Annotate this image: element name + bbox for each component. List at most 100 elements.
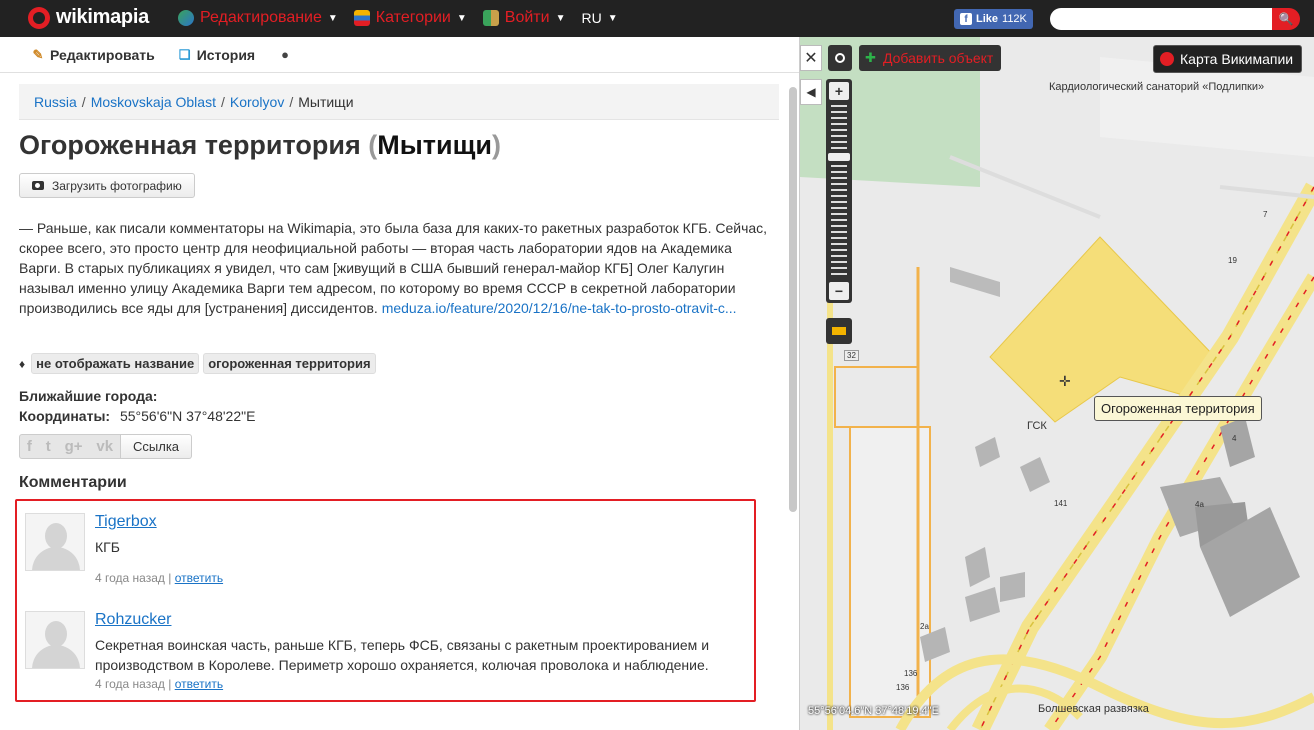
chevron-down-icon: ▼: [327, 12, 338, 24]
comment-author[interactable]: Rohzucker: [95, 611, 171, 629]
upload-photo-label: Загрузить фотографию: [52, 178, 182, 193]
upload-photo-button[interactable]: Загрузить фотографию: [19, 173, 195, 198]
menu-categories[interactable]: Категории ▼: [353, 9, 467, 27]
language-select[interactable]: RU ▼: [581, 10, 617, 26]
comment-reply-link[interactable]: ответить: [175, 571, 223, 585]
title-paren-close: ): [492, 130, 501, 160]
top-menu: Редактирование ▼ Категории ▼ Войти ▼ RU …: [178, 9, 618, 27]
pencil-icon: ✎: [32, 46, 44, 62]
comment-reply-link[interactable]: ответить: [175, 677, 223, 691]
comment-meta: 4 года назад | ответить: [95, 677, 223, 691]
tab-location[interactable]: ●: [277, 47, 293, 63]
breadcrumb-link-russia[interactable]: Russia: [34, 94, 77, 110]
house-number: 136: [896, 683, 910, 692]
title-paren-open: (: [368, 130, 378, 160]
tab-edit[interactable]: ✎ Редактировать: [30, 47, 155, 63]
description-source-link[interactable]: meduza.io/feature/2020/12/16/ne-tak-to-p…: [382, 300, 737, 316]
comment-item: Tigerbox КГБ 4 года назад | ответить: [25, 513, 745, 593]
share-link-button[interactable]: Ссылка: [121, 434, 193, 459]
breadcrumb-link-korolyov[interactable]: Korolyov: [230, 94, 284, 110]
search-button[interactable]: 🔍: [1272, 8, 1300, 30]
twitter-share-icon[interactable]: t: [46, 438, 51, 455]
avatar-body: [32, 547, 80, 570]
comment-author[interactable]: Tigerbox: [95, 513, 157, 531]
ruler-button[interactable]: [826, 318, 852, 344]
nearest-cities-label: Ближайшие города:: [19, 388, 158, 404]
tag-list: ♦ не отображать название огороженная тер…: [19, 353, 376, 374]
wikimapia-logo[interactable]: wikimapia: [28, 6, 149, 29]
title-city: Мытищи: [377, 130, 492, 160]
page-title: Огороженная территория (Мытищи): [19, 130, 501, 161]
facebook-share-icon[interactable]: f: [27, 438, 32, 455]
comment-text: КГБ: [95, 539, 120, 555]
wikimapia-map-button[interactable]: Карта Викимапии: [1153, 45, 1303, 73]
add-object-button[interactable]: Добавить объект: [859, 45, 1002, 71]
categories-icon: [353, 10, 370, 26]
camera-icon: [32, 181, 44, 190]
close-panel-button[interactable]: ✕: [800, 45, 822, 71]
panel-scrollbar[interactable]: [789, 87, 797, 512]
comment-meta-separator: |: [168, 677, 172, 691]
menu-edit[interactable]: Редактирование ▼: [178, 9, 338, 27]
house-number: 19: [1228, 256, 1237, 265]
zoom-slider-thumb[interactable]: [828, 153, 850, 161]
language-label: RU: [581, 10, 602, 26]
vk-share-icon[interactable]: vk: [96, 438, 113, 455]
comments-heading: Комментарии: [19, 474, 127, 491]
collapse-panel-button[interactable]: ◀: [800, 79, 822, 105]
zoom-track[interactable]: [831, 105, 847, 277]
breadcrumb-separator: /: [81, 93, 86, 110]
title-main: Огороженная территория: [19, 130, 361, 160]
tab-edit-label: Редактировать: [50, 46, 155, 63]
search-input[interactable]: [1050, 8, 1272, 30]
comment-time: 4 года назад: [95, 677, 165, 691]
triangle-left-icon: ◀: [806, 85, 816, 99]
breadcrumb-separator: /: [289, 93, 294, 110]
tag-fenced-area[interactable]: огороженная территория: [203, 353, 376, 374]
search-icon: 🔍: [1278, 12, 1294, 26]
zoom-out-button[interactable]: −: [829, 282, 849, 300]
breadcrumb: Russia / Moskovskaja Oblast / Korolyov /…: [19, 84, 779, 120]
panel-tabs: ✎ Редактировать ❏ История ●: [0, 37, 799, 73]
chevron-down-icon: ▼: [456, 12, 467, 24]
breadcrumb-link-oblast[interactable]: Moskovskaja Oblast: [91, 94, 216, 110]
googleplus-share-icon[interactable]: g+: [65, 438, 83, 455]
menu-categories-label: Категории: [375, 9, 451, 26]
facebook-icon: f: [960, 13, 972, 25]
menu-edit-label: Редактирование: [200, 9, 322, 26]
map-coordinates-readout: 55°56'04.6"N 37°48'19.4"E: [808, 705, 939, 717]
coordinates-label: Координаты:: [19, 408, 111, 424]
avatar-head: [45, 523, 67, 549]
chevron-down-icon: ▼: [555, 12, 566, 24]
object-description: — Раньше, как писали комментаторы на Wik…: [19, 218, 769, 318]
plus-icon: +: [834, 83, 844, 99]
house-number: 4: [1232, 434, 1237, 443]
map-label-interchange: Болшевская развязка: [1038, 703, 1149, 715]
history-icon: ❏: [178, 46, 191, 62]
map-building: [1000, 572, 1025, 602]
top-bar: wikimapia Редактирование ▼ Категории ▼ В…: [0, 0, 1314, 37]
ruler-icon: [832, 327, 846, 335]
target-icon: [835, 53, 845, 63]
house-number: 4а: [1195, 500, 1204, 509]
tab-history[interactable]: ❏ История: [177, 47, 255, 63]
logo-text: wikimapia: [56, 6, 149, 28]
avatar: [25, 513, 85, 571]
object-panel: ✎ Редактировать ❏ История ● Russia / Mos…: [0, 37, 800, 730]
menu-login-label: Войти: [504, 9, 550, 26]
breadcrumb-current: Мытищи: [298, 93, 354, 110]
close-icon: ✕: [804, 50, 818, 67]
share-bar: f t g+ vk Ссылка: [19, 434, 193, 459]
edit-globe-icon: [178, 10, 194, 26]
tag-hide-name[interactable]: не отображать название: [31, 353, 200, 374]
map-label-gsk: ГСК: [1027, 420, 1047, 432]
map-view[interactable]: ✕ ◀ Добавить объект Карта Викимапии + − …: [800, 37, 1314, 730]
facebook-like-button[interactable]: f Like 112K: [954, 9, 1033, 29]
zoom-in-button[interactable]: +: [829, 82, 849, 100]
fb-like-label: Like: [976, 13, 999, 25]
menu-login[interactable]: Войти ▼: [482, 9, 566, 27]
map-label-sanatorium: Кардиологический санаторий «Подлипки»: [1049, 81, 1265, 93]
comment-text: Секретная воинская часть, раньше КГБ, те…: [95, 637, 710, 673]
locate-button[interactable]: [828, 45, 852, 71]
comment-item: Rohzucker Секретная воинская часть, рань…: [25, 611, 745, 701]
